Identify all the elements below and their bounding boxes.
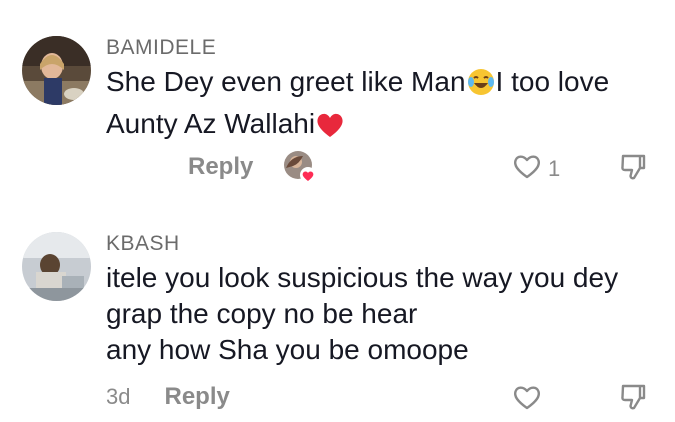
comment-username[interactable]: BAMIDELE: [106, 36, 216, 60]
dislike-button[interactable]: [620, 383, 646, 416]
timestamp-blurred: [106, 157, 166, 177]
joy-emoji-icon: [466, 67, 496, 106]
comment-text-line: any how Sha you be omoope: [106, 334, 469, 365]
heart-outline-icon: [512, 152, 542, 185]
dislike-icon: [620, 153, 646, 186]
avatar-photo: [22, 232, 91, 301]
avatar-photo: [22, 36, 91, 105]
comment-meta: Reply: [106, 147, 317, 187]
comment-1: BAMIDELE She Dey even greet like Man I to…: [0, 0, 675, 200]
dislike-icon: [620, 383, 646, 416]
comment-username[interactable]: KBASH: [106, 232, 180, 256]
comment-text-line: grap the copy no be hear: [106, 298, 418, 329]
comment-text: She Dey even greet like Man I too love Au…: [106, 64, 609, 148]
comment-text: itele you look suspicious the way you de…: [106, 260, 618, 368]
creator-liked-badge-icon: [283, 150, 317, 184]
comment-text-line: itele you look suspicious the way you de…: [106, 262, 619, 293]
like-count: 1: [548, 155, 561, 181]
comment-meta: 3d Reply: [106, 377, 230, 417]
comment-text-line: She Dey even greet like Man I too love: [106, 64, 609, 106]
comment-2: KBASH itele you look suspicious the way …: [0, 200, 675, 422]
timestamp: 3d: [106, 384, 131, 409]
avatar[interactable]: [22, 36, 91, 105]
avatar[interactable]: [22, 232, 91, 301]
reply-button[interactable]: Reply: [188, 153, 253, 181]
red-heart-emoji-icon: [315, 111, 345, 148]
heart-outline-icon: [512, 383, 542, 416]
dislike-button[interactable]: [620, 153, 646, 186]
comment-text-line: Aunty Az Wallahi: [106, 106, 609, 148]
like-button[interactable]: [512, 383, 542, 416]
like-button[interactable]: 1: [512, 152, 560, 185]
reply-button[interactable]: Reply: [164, 383, 229, 411]
